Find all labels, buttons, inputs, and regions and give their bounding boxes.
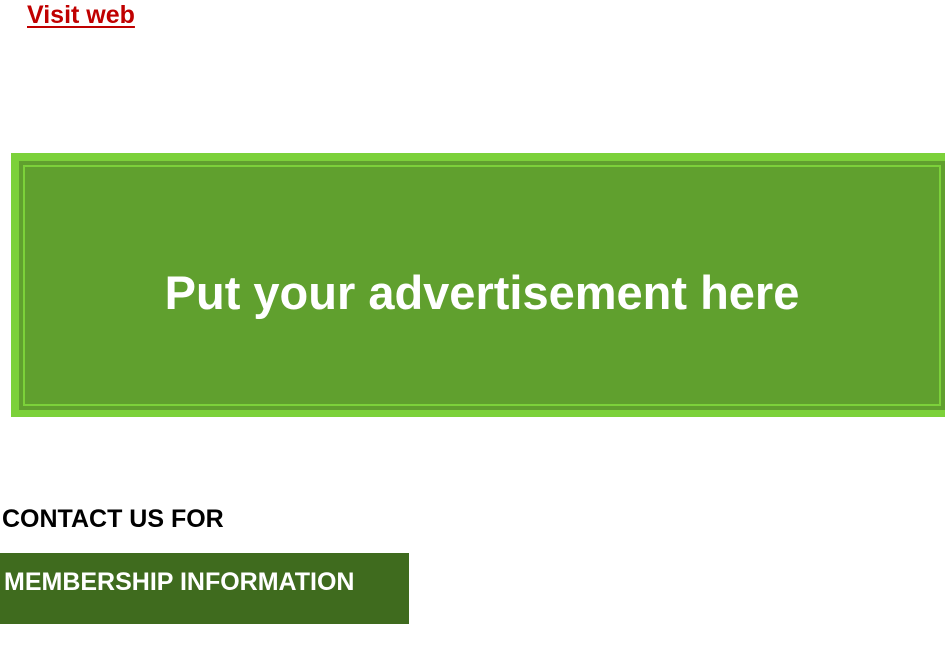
advertisement-text: Put your advertisement here (164, 266, 800, 319)
membership-information-button[interactable]: MEMBERSHIP INFORMATION (0, 553, 409, 624)
membership-information-label: MEMBERSHIP INFORMATION (4, 568, 355, 596)
advertisement-banner[interactable]: Put your advertisement here (11, 153, 945, 417)
contact-heading: CONTACT US FOR (2, 505, 224, 533)
advertisement-panel: Put your advertisement here (19, 161, 945, 410)
visit-web-link[interactable]: Visit web (27, 0, 135, 30)
